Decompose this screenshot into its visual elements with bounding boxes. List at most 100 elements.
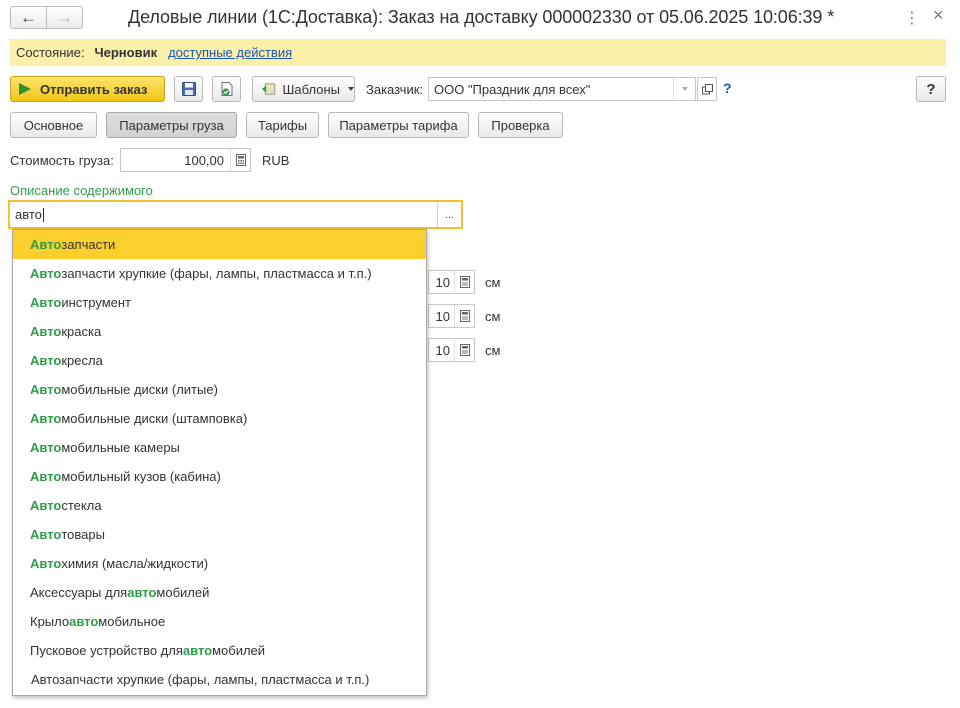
available-actions-link[interactable]: доступные действия — [168, 45, 292, 60]
suggestion-post-text: мобильные диски (литые) — [61, 382, 218, 397]
height-unit: см — [485, 343, 501, 358]
tab-tariffs-label: Тарифы — [257, 117, 308, 133]
templates-label: Шаблоны — [282, 81, 341, 97]
suggestion-item[interactable]: Авто химия (масла/жидкости) — [13, 549, 426, 578]
suggestion-match-text: Авто — [30, 266, 62, 281]
tab-cargo-parameters-label: Параметры груза — [119, 117, 224, 133]
calculator-icon[interactable] — [230, 149, 250, 171]
suggestion-post-text: мобильные камеры — [61, 440, 180, 455]
suggestion-item[interactable]: Пусковое устройство для авто мобилей — [13, 636, 426, 665]
suggestion-item[interactable]: Авто мобильные камеры — [13, 433, 426, 462]
tab-tariff-parameters[interactable]: Параметры тарифа — [328, 112, 469, 138]
customer-help-icon[interactable]: ? — [723, 80, 732, 96]
window-title: Деловые линии (1С:Доставка): Заказ на до… — [128, 7, 835, 27]
suggestion-match-text: Авто — [30, 469, 62, 484]
tab-check[interactable]: Проверка — [478, 112, 563, 138]
suggestion-item[interactable]: Автозапчасти хрупкие (фары, лампы, пласт… — [13, 259, 426, 288]
suggestion-match-text: Авто — [30, 353, 62, 368]
customer-field[interactable]: ООО "Праздник для всех" — [428, 77, 696, 101]
customer-open-button[interactable] — [697, 77, 717, 101]
send-order-button[interactable]: Отправить заказ — [10, 76, 165, 102]
suggestion-match-text: авто — [127, 585, 157, 600]
description-input[interactable]: авто ... — [8, 200, 463, 229]
suggestion-item[interactable]: Авто мобильные диски (штамповка) — [13, 404, 426, 433]
templates-icon — [261, 83, 276, 95]
suggestion-match-text: авто — [69, 614, 99, 629]
tab-tariffs[interactable]: Тарифы — [246, 112, 319, 138]
suggestion-item[interactable]: Авто стекла — [13, 491, 426, 520]
calculator-icon[interactable] — [454, 271, 474, 293]
save-and-post-button[interactable] — [212, 76, 241, 102]
length-unit: см — [485, 275, 501, 290]
suggestion-match-text: Авто — [30, 440, 62, 455]
floppy-disk-icon — [181, 82, 196, 96]
suggestion-match-text: Авто — [30, 382, 62, 397]
suggestion-match-text: Авто — [30, 411, 62, 426]
status-label: Состояние: — [16, 45, 85, 60]
height-field[interactable]: 10 — [428, 338, 475, 362]
suggestion-match-text: авто — [182, 643, 213, 658]
suggestion-item[interactable]: Авто запчасти — [13, 230, 426, 259]
suggestion-pre-text: Автозапчасти хрупкие (фары, лампы, пласт… — [31, 672, 370, 687]
tab-main-label: Основное — [23, 117, 84, 133]
suggestion-item[interactable]: Крыло авто мобильное — [13, 607, 426, 636]
suggestion-post-text: мобильный кузов (кабина) — [61, 469, 221, 484]
width-unit: см — [485, 309, 501, 324]
suggestion-pre-text: Крыло — [30, 614, 70, 629]
suggestion-post-text: мобильное — [98, 614, 166, 629]
suggestion-item[interactable]: Авто инструмент — [13, 288, 426, 317]
status-bar: Состояние: Черновик доступные действия — [10, 39, 946, 66]
arrow-left-icon: ← — [20, 8, 37, 27]
customer-dropdown-icon[interactable] — [673, 78, 695, 100]
tab-cargo-parameters[interactable]: Параметры груза — [106, 112, 237, 138]
suggestion-post-text: краска — [61, 324, 102, 339]
suggestion-item[interactable]: Авто товары — [13, 520, 426, 549]
cargo-cost-label: Стоимость груза: — [10, 153, 114, 168]
suggestion-item[interactable]: Авто краска — [13, 317, 426, 346]
tab-main[interactable]: Основное — [10, 112, 97, 138]
suggestion-pre-text: Аксессуары для — [30, 585, 128, 600]
suggestion-item[interactable]: Авто кресла — [13, 346, 426, 375]
suggestion-post-text: мобилей — [156, 585, 210, 600]
height-value: 10 — [435, 342, 450, 358]
description-label: Описание содержимого — [10, 183, 153, 198]
text-caret — [42, 207, 44, 222]
forward-button[interactable]: → — [46, 6, 83, 29]
suggestion-post-text: кресла — [61, 353, 103, 368]
suggestion-pre-text: Пусковое устройство для — [30, 643, 183, 658]
open-window-icon — [701, 83, 713, 94]
help-button[interactable]: ? — [916, 76, 946, 102]
tab-tariff-parameters-label: Параметры тарифа — [339, 117, 458, 133]
chevron-down-icon — [348, 87, 354, 91]
suggestion-match-text: Авто — [30, 237, 62, 252]
length-value: 10 — [435, 274, 450, 290]
suggestion-post-text: мобильные диски (штамповка) — [61, 411, 248, 426]
document-check-icon — [221, 82, 232, 96]
customer-label: Заказчик: — [366, 82, 424, 97]
suggestion-item[interactable]: Авто мобильные диски (литые) — [13, 375, 426, 404]
suggestion-post-text: инструмент — [61, 295, 131, 310]
width-field[interactable]: 10 — [428, 304, 475, 328]
calculator-icon[interactable] — [454, 305, 474, 327]
suggestion-post-text: товары — [61, 527, 105, 542]
description-select-button[interactable]: ... — [437, 202, 461, 227]
calculator-icon[interactable] — [454, 339, 474, 361]
templates-button[interactable]: Шаблоны — [252, 76, 355, 102]
cargo-cost-value: 100,00 — [184, 152, 224, 168]
suggestion-item[interactable]: Автозапчасти хрупкие (фары, лампы, пласт… — [13, 665, 426, 694]
cargo-cost-field[interactable]: 100,00 — [120, 148, 251, 172]
close-icon[interactable]: × — [933, 5, 944, 26]
suggestion-item[interactable]: Аксессуары для авто мобилей — [13, 578, 426, 607]
save-button[interactable] — [174, 76, 203, 102]
suggestion-item[interactable]: Авто мобильный кузов (кабина) — [13, 462, 426, 491]
suggestion-post-text: запчасти хрупкие (фары, лампы, пластмасс… — [61, 266, 372, 281]
suggestion-match-text: Авто — [30, 527, 62, 542]
suggestion-post-text: стекла — [61, 498, 102, 513]
back-button[interactable]: ← — [10, 6, 47, 29]
more-menu-icon[interactable]: ⋮ — [904, 8, 920, 28]
width-value: 10 — [435, 308, 450, 324]
status-value: Черновик — [94, 45, 158, 60]
arrow-right-icon: → — [56, 8, 73, 27]
length-field[interactable]: 10 — [428, 270, 475, 294]
currency-label: RUB — [262, 153, 290, 168]
